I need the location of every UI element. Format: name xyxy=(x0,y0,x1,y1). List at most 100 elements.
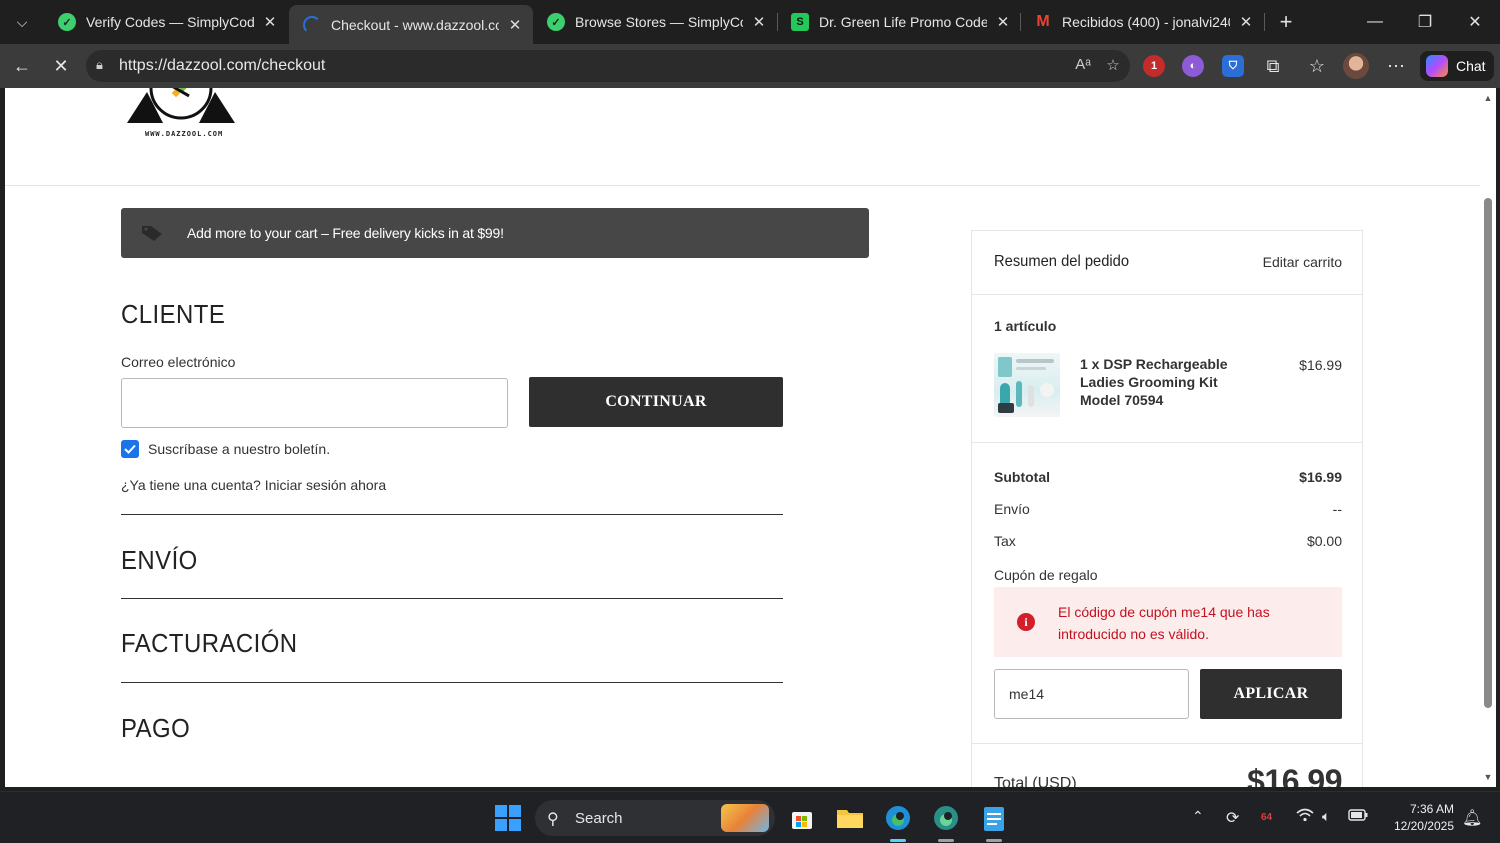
tab-title: Checkout - www.dazzool.com xyxy=(331,16,499,33)
checkmark-icon xyxy=(124,444,136,454)
more-options-icon[interactable]: ⋯ xyxy=(1381,52,1411,80)
coupon-error-message: El código de cupón me14 que has introduc… xyxy=(1058,604,1270,642)
system-clock[interactable]: 7:36 AM 12/20/2025 xyxy=(1384,801,1454,835)
section-title-billing[interactable]: FACTURACIÓN xyxy=(121,628,297,659)
site-header: WWW.DAZZOOL.COM xyxy=(5,88,1480,186)
section-divider xyxy=(121,598,783,599)
signin-link[interactable]: Iniciar sesión ahora xyxy=(265,477,386,493)
edge-browser-icon[interactable] xyxy=(882,802,914,834)
tab-actions-menu-icon[interactable]: ⌵ xyxy=(6,7,38,37)
signin-question: ¿Ya tiene una cuenta? xyxy=(121,477,261,493)
browser-tab-strip: ⌵ ✓ Verify Codes — SimplyCodes ✕ Checkou… xyxy=(0,0,1500,44)
product-price: $16.99 xyxy=(1299,357,1342,373)
sync-icon[interactable]: ⟳ xyxy=(1226,808,1239,828)
scroll-down-arrow-icon[interactable]: ▼ xyxy=(1483,772,1493,782)
extensions-puzzle-icon[interactable]: ⧉ xyxy=(1258,52,1288,80)
windows-taskbar: ⚲ Search ⌃ ⟳ 64 🔈︎ 7:36 AM 12/20/2025 🔔︎ xyxy=(0,791,1500,843)
tab-browse-stores[interactable]: ✓ Browse Stores — SimplyCodes ✕ xyxy=(533,5,777,39)
minimize-icon[interactable]: — xyxy=(1352,6,1398,38)
order-summary-panel: Resumen del pedido Editar carrito 1 artí… xyxy=(971,230,1363,787)
scroll-up-arrow-icon[interactable]: ▲ xyxy=(1483,93,1493,103)
battery-icon[interactable] xyxy=(1348,808,1368,824)
tab-gmail[interactable]: M Recibidos (400) - jonalvi2405@ ✕ xyxy=(1020,5,1264,39)
tab-title: Dr. Green Life Promo Code - 10 xyxy=(819,14,987,30)
total-divider xyxy=(972,743,1362,744)
tab-verify-codes[interactable]: ✓ Verify Codes — SimplyCodes ✕ xyxy=(44,5,288,39)
browser-toolbar: ← ✕ 🔒︎ https://dazzool.com/checkout Aᵃ ☆… xyxy=(0,44,1500,88)
extension-purple-icon[interactable]: ◐ xyxy=(1182,55,1204,77)
tax-value: $0.00 xyxy=(1306,533,1342,549)
loading-spinner-icon xyxy=(303,15,321,34)
gmail-icon: M xyxy=(1036,13,1050,30)
clock-date: 12/20/2025 xyxy=(1393,819,1454,833)
url-text[interactable]: https://dazzool.com/checkout xyxy=(119,57,325,75)
tax-label: Tax xyxy=(994,533,1016,549)
apply-coupon-button[interactable]: APLICAR xyxy=(1200,669,1342,719)
stop-loading-icon[interactable]: ✕ xyxy=(46,52,76,80)
tab-separator xyxy=(1264,13,1265,31)
favorites-icon[interactable]: ☆ xyxy=(1302,52,1332,80)
product-name: 1 x DSP Rechargeable Ladies Grooming Kit… xyxy=(1080,356,1228,408)
wifi-icon[interactable] xyxy=(1296,808,1314,825)
page-scrollbar[interactable]: ▲ ▼ xyxy=(1480,88,1496,787)
taskbar-search[interactable]: ⚲ Search xyxy=(535,800,775,836)
edge-dev-icon[interactable] xyxy=(930,802,962,834)
tray-badge-icon[interactable]: 64 xyxy=(1261,812,1272,823)
error-info-icon: i xyxy=(1017,613,1035,631)
coupon-input[interactable] xyxy=(994,669,1189,719)
copilot-chat-button[interactable]: Chat xyxy=(1420,51,1494,81)
close-tab-icon[interactable]: ✕ xyxy=(1236,13,1256,31)
active-app-indicator xyxy=(890,839,906,842)
order-items: 1 artículo 1 x DSP Rechargeable Ladies G… xyxy=(972,295,1362,443)
close-tab-icon[interactable]: ✕ xyxy=(749,13,769,31)
tab-title: Browse Stores — SimplyCodes xyxy=(575,14,743,30)
running-app-indicator xyxy=(986,839,1002,842)
window-close-icon[interactable]: ✕ xyxy=(1452,6,1498,38)
items-count: 1 artículo xyxy=(994,318,1057,334)
copilot-icon xyxy=(1426,55,1448,77)
product-thumbnail xyxy=(994,353,1060,417)
email-field[interactable] xyxy=(121,378,508,428)
tab-checkout[interactable]: Checkout - www.dazzool.com ✕ xyxy=(289,5,533,44)
tax-row: Tax $0.00 xyxy=(994,533,1342,549)
shipping-row: Envío -- xyxy=(994,501,1342,517)
search-icon: ⚲ xyxy=(547,811,559,828)
favorite-star-icon[interactable]: ☆ xyxy=(1102,56,1124,76)
site-info-icon[interactable]: 🔒︎ xyxy=(96,57,112,75)
section-title-customer: CLIENTE xyxy=(121,299,226,329)
back-arrow-icon[interactable]: ← xyxy=(7,52,37,80)
close-tab-icon[interactable]: ✕ xyxy=(260,13,280,31)
new-tab-plus-icon[interactable]: + xyxy=(1272,8,1300,36)
tab-title: Recibidos (400) - jonalvi2405@ xyxy=(1062,14,1230,30)
scrollbar-thumb[interactable] xyxy=(1484,198,1492,708)
windows-start-icon[interactable] xyxy=(492,802,524,834)
continue-button[interactable]: CONTINUAR xyxy=(529,377,783,427)
running-app-indicator xyxy=(938,839,954,842)
total-label: Total (USD) xyxy=(994,775,1077,787)
extension-shield-icon[interactable]: ⛉ xyxy=(1222,55,1244,77)
address-bar[interactable]: 🔒︎ https://dazzool.com/checkout Aᵃ ☆ xyxy=(86,50,1130,82)
close-tab-icon[interactable]: ✕ xyxy=(505,16,525,34)
section-title-shipping[interactable]: ENVÍO xyxy=(121,545,198,576)
tab-dr-green-life[interactable]: S Dr. Green Life Promo Code - 10 ✕ xyxy=(777,5,1021,39)
notepad-icon[interactable] xyxy=(978,802,1010,834)
newsletter-label[interactable]: Suscríbase a nuestro boletín. xyxy=(148,441,330,457)
restore-icon[interactable]: ❐ xyxy=(1402,6,1448,38)
section-divider xyxy=(121,514,783,515)
subtotal-value: $16.99 xyxy=(1299,469,1342,485)
newsletter-checkbox[interactable] xyxy=(121,440,139,458)
shipping-label: Envío xyxy=(994,501,1030,517)
read-aloud-icon[interactable]: Aᵃ xyxy=(1072,56,1094,76)
file-explorer-icon[interactable] xyxy=(834,802,866,834)
extension-adblock-icon[interactable]: 1 xyxy=(1143,55,1165,77)
coupon-label: Cupón de regalo xyxy=(994,567,1098,583)
volume-icon[interactable]: 🔈︎ xyxy=(1322,808,1330,825)
microsoft-store-icon[interactable] xyxy=(786,802,818,834)
profile-avatar[interactable] xyxy=(1343,53,1369,79)
edit-cart-link[interactable]: Editar carrito xyxy=(1263,254,1342,270)
section-title-payment[interactable]: PAGO xyxy=(121,713,190,744)
notification-bell-icon[interactable]: 🔔︎ xyxy=(1462,808,1482,828)
show-hidden-icons-chevron-icon[interactable]: ⌃ xyxy=(1192,808,1204,825)
price-tag-icon xyxy=(141,224,163,242)
close-tab-icon[interactable]: ✕ xyxy=(993,13,1013,31)
